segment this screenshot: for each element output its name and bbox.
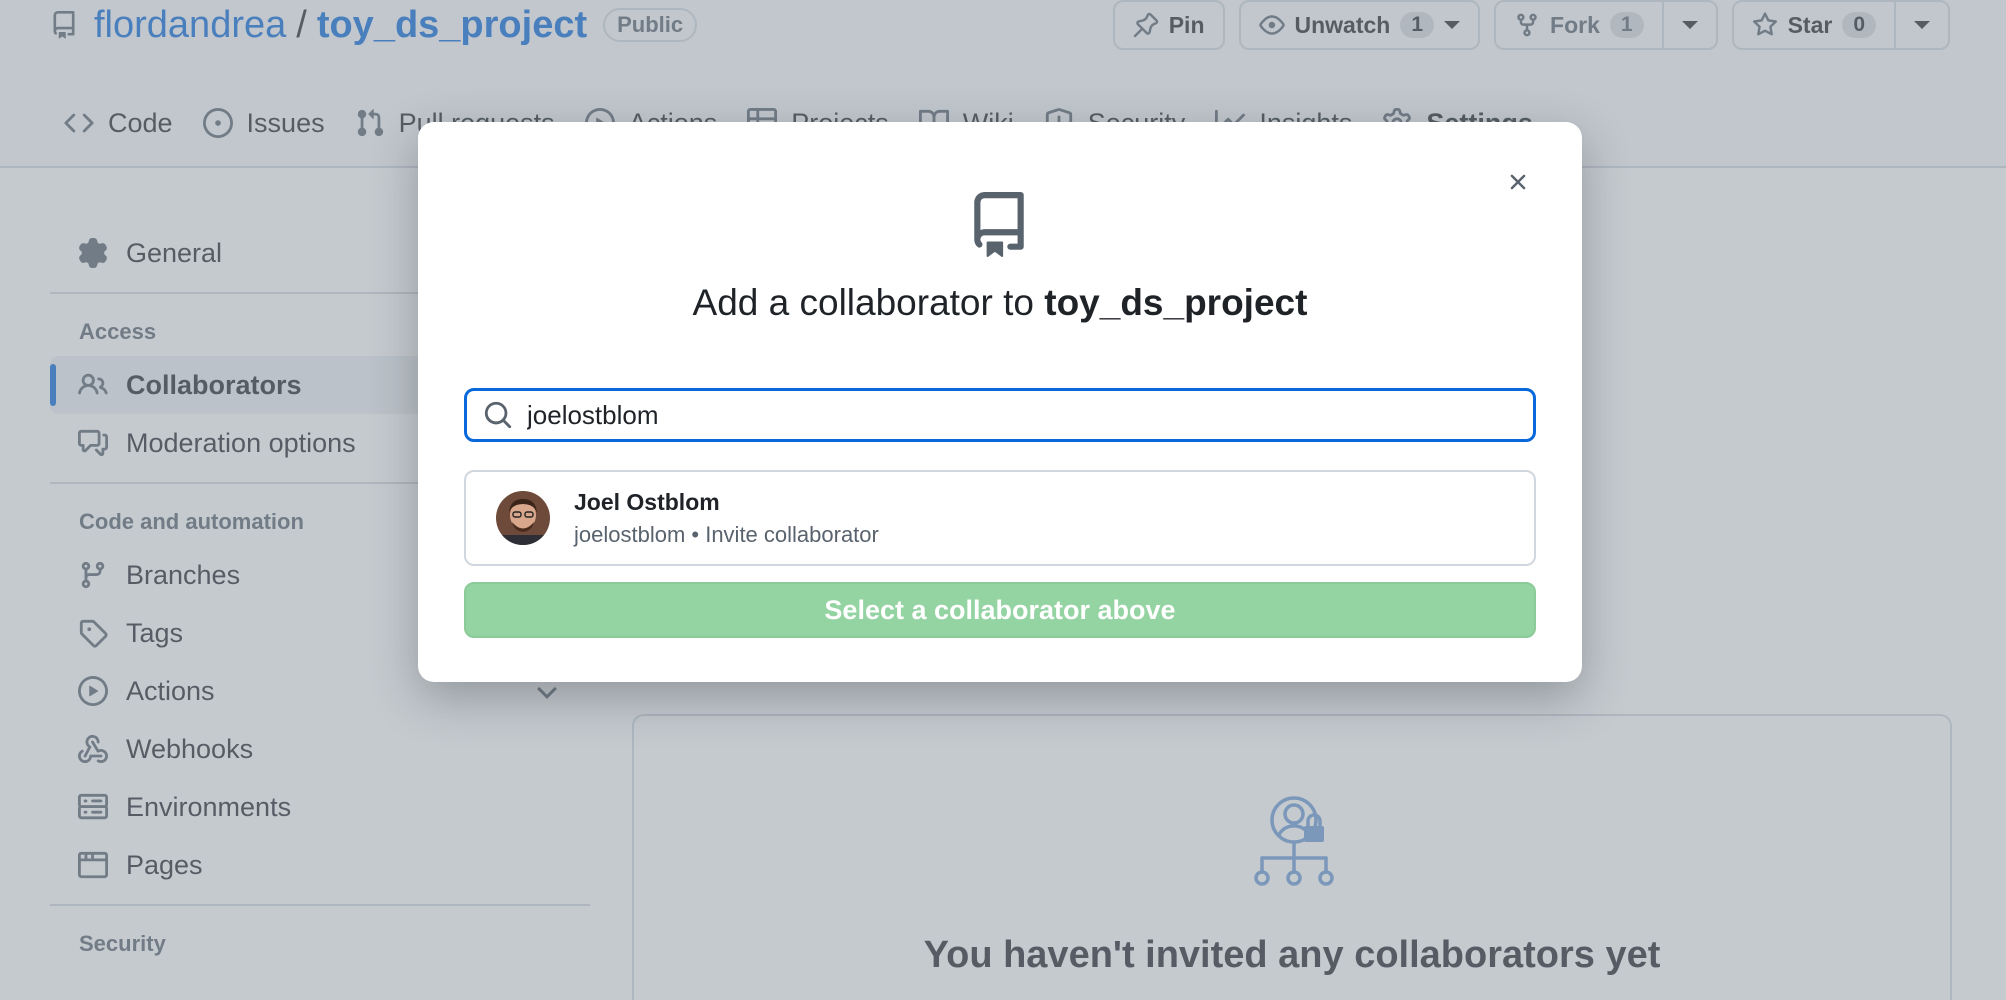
result-name: Joel Ostblom [574, 488, 720, 515]
add-collaborator-dialog: Add a collaborator to toy_ds_project Joe… [418, 122, 1582, 682]
avatar [496, 491, 550, 545]
search-icon [484, 401, 512, 429]
close-button[interactable] [1498, 162, 1538, 202]
dialog-title-repo: toy_ds_project [1044, 282, 1308, 323]
result-subtitle: joelostblom • Invite collaborator [574, 521, 879, 547]
dialog-title: Add a collaborator to toy_ds_project [418, 282, 1582, 324]
search-result-item[interactable]: Joel Ostblom joelostblom • Invite collab… [464, 470, 1536, 566]
repo-icon [974, 192, 1024, 257]
result-text: Joel Ostblom joelostblom • Invite collab… [574, 489, 879, 548]
close-icon [1510, 174, 1526, 190]
user-photo [496, 491, 550, 545]
dialog-title-prefix: Add a collaborator to [692, 282, 1045, 323]
collaborator-search-input[interactable] [527, 399, 1507, 431]
add-collaborator-button[interactable]: Select a collaborator above [464, 582, 1536, 638]
collaborator-search[interactable] [464, 388, 1536, 442]
